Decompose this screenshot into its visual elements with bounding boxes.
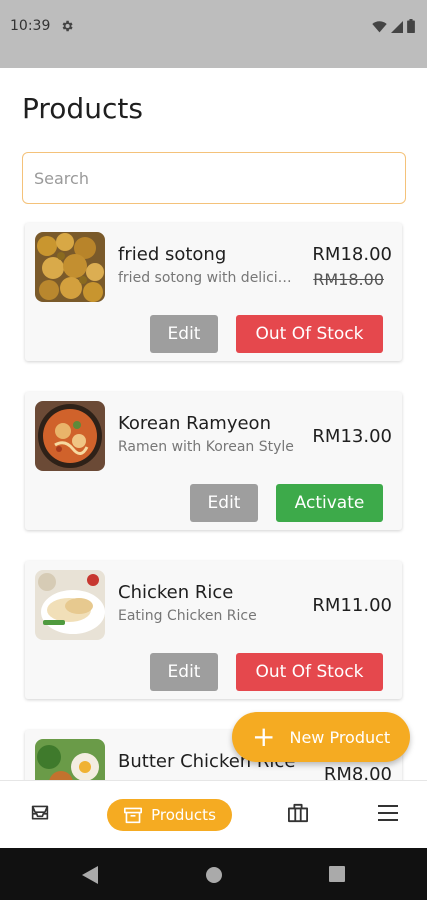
product-card: fried sotong fried sotong with delicious… bbox=[25, 223, 402, 361]
product-description: fried sotong with delicious ... bbox=[118, 270, 298, 286]
home-icon[interactable] bbox=[205, 866, 223, 888]
product-description: Ramen with Korean Style bbox=[118, 439, 294, 455]
edit-button[interactable]: Edit bbox=[190, 484, 258, 522]
inbox-icon bbox=[30, 804, 50, 826]
new-product-label: New Product bbox=[289, 727, 391, 747]
page-title: Products bbox=[22, 92, 143, 125]
briefcase-icon bbox=[287, 803, 309, 827]
nav-item-business[interactable] bbox=[280, 799, 316, 831]
product-price: RM13.00 bbox=[312, 426, 392, 447]
battery-icon bbox=[407, 18, 415, 37]
archive-box-icon bbox=[124, 807, 143, 824]
product-image-butter-chicken-rice bbox=[35, 739, 105, 780]
product-original-price: RM18.00 bbox=[313, 270, 384, 289]
system-navigation-bar bbox=[0, 848, 427, 900]
out-of-stock-button[interactable]: Out Of Stock bbox=[236, 315, 383, 353]
edit-button[interactable]: Edit bbox=[150, 315, 218, 353]
hamburger-menu-icon bbox=[378, 805, 398, 825]
activate-button[interactable]: Activate bbox=[276, 484, 383, 522]
product-name: Korean Ramyeon bbox=[118, 413, 271, 434]
wifi-icon bbox=[372, 18, 387, 37]
product-price: RM18.00 bbox=[312, 244, 392, 265]
nav-item-menu[interactable] bbox=[370, 799, 406, 831]
out-of-stock-button[interactable]: Out Of Stock bbox=[236, 653, 383, 691]
product-card: Chicken Rice Eating Chicken Rice RM11.00… bbox=[25, 561, 402, 699]
signal-icon bbox=[391, 18, 403, 37]
product-name: Chicken Rice bbox=[118, 582, 234, 603]
nav-item-inbox[interactable] bbox=[22, 799, 58, 831]
products-screen: Products fried sotong fried sotong with … bbox=[0, 68, 427, 780]
back-icon[interactable] bbox=[82, 866, 98, 888]
product-card: Korean Ramyeon Ramen with Korean Style R… bbox=[25, 392, 402, 530]
nav-products-label: Products bbox=[151, 806, 216, 824]
search-input[interactable] bbox=[23, 153, 405, 203]
product-image-chicken-rice bbox=[35, 570, 105, 640]
bottom-navigation: Products bbox=[0, 780, 427, 848]
recents-icon[interactable] bbox=[329, 866, 345, 886]
nav-item-products[interactable]: Products bbox=[107, 799, 232, 831]
product-price: RM8.00 bbox=[323, 764, 392, 780]
product-description: Eating Chicken Rice bbox=[118, 608, 257, 624]
edit-button[interactable]: Edit bbox=[150, 653, 218, 691]
status-time: 10:39 bbox=[10, 18, 51, 34]
product-price: RM11.00 bbox=[312, 595, 392, 616]
settings-gear-icon bbox=[60, 18, 74, 37]
status-bar: 10:39 bbox=[0, 0, 427, 68]
product-image-korean-ramyeon bbox=[35, 401, 105, 471]
new-product-button[interactable]: + New Product bbox=[232, 712, 410, 762]
product-image-fried-sotong bbox=[35, 232, 105, 302]
plus-icon: + bbox=[252, 720, 276, 753]
search-field[interactable] bbox=[22, 152, 406, 204]
product-name: fried sotong bbox=[118, 244, 227, 265]
